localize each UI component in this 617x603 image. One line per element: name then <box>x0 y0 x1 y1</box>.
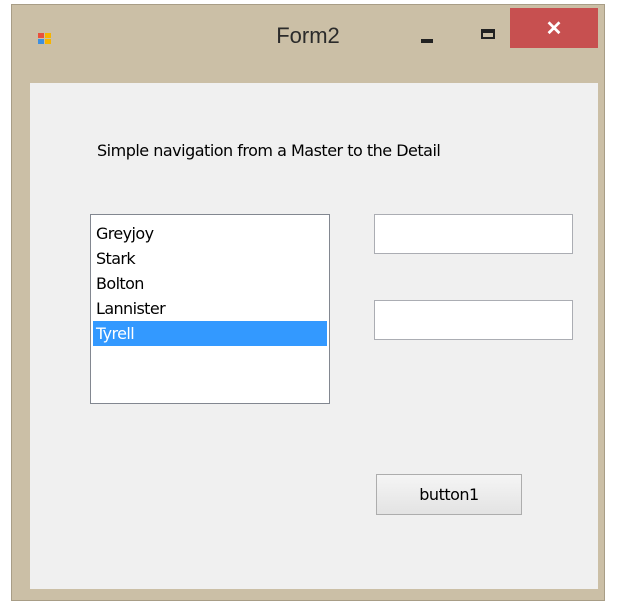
list-item[interactable]: Stark <box>91 246 329 271</box>
form-client-area: Simple navigation from a Master to the D… <box>30 83 598 589</box>
detail-textbox-2[interactable] <box>374 300 573 340</box>
list-item[interactable]: Bolton <box>91 271 329 296</box>
list-item[interactable]: Lannister <box>91 296 329 321</box>
title-bar[interactable]: Form2 ✕ <box>12 5 604 67</box>
form2-window: Form2 ✕ Simple navigation from a Master … <box>11 4 605 601</box>
form-caption-label: Simple navigation from a Master to the D… <box>97 141 441 160</box>
list-item[interactable]: Greyjoy <box>91 221 329 246</box>
minimize-icon[interactable] <box>406 19 450 53</box>
maximize-icon[interactable] <box>467 19 511 53</box>
close-icon: ✕ <box>545 17 563 40</box>
button1[interactable]: button1 <box>376 474 522 515</box>
close-button[interactable]: ✕ <box>510 8 598 48</box>
detail-textbox-1[interactable] <box>374 214 573 254</box>
master-listbox[interactable]: Greyjoy Stark Bolton Lannister Tyrell <box>90 214 330 404</box>
list-item-selected[interactable]: Tyrell <box>93 321 327 346</box>
